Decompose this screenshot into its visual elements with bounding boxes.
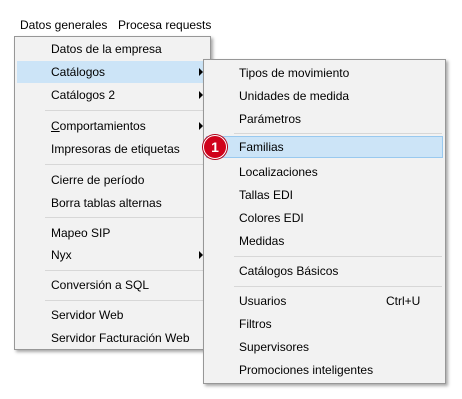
menu-separator xyxy=(234,286,442,287)
menu-item-label: Tallas EDI xyxy=(239,188,294,202)
menu-item-borra-tablas[interactable]: Borra tablas alternas xyxy=(17,192,208,214)
menu-item-label: Promociones inteligentes xyxy=(239,363,374,377)
datos-generales-menu: Datos de la empresa Catálogos Catálogos … xyxy=(14,36,211,350)
submenu-item-promociones[interactable]: Promociones inteligentes xyxy=(206,359,443,381)
menu-item-cierre-periodo[interactable]: Cierre de período xyxy=(17,169,208,191)
menu-item-servidor-web[interactable]: Servidor Web xyxy=(17,304,208,326)
submenu-item-supervisores[interactable]: Supervisores xyxy=(206,336,443,358)
menu-item-label: Servidor Facturación Web xyxy=(51,331,190,345)
menu-item-label: Mapeo SIP xyxy=(51,226,111,240)
menu-item-label: Tipos de movimiento xyxy=(239,66,350,80)
submenu-item-familias[interactable]: Familias xyxy=(206,136,443,158)
menu-item-label-rest: omportamientos xyxy=(59,119,146,133)
menu-item-label: Localizaciones xyxy=(239,165,318,179)
submenu-item-parametros[interactable]: Parámetros xyxy=(206,108,443,130)
menu-item-label: Medidas xyxy=(239,234,285,248)
menu-separator xyxy=(45,164,207,165)
submenu-item-catalogos-basicos[interactable]: Catálogos Básicos xyxy=(206,260,443,282)
menu-item-servidor-facturacion[interactable]: Servidor Facturación Web xyxy=(17,327,208,349)
menu-item-label: Conversión a SQL xyxy=(51,278,150,292)
menu-item-label: Catálogos xyxy=(51,65,106,79)
menubar-procesa-requests[interactable]: Procesa requests xyxy=(118,17,211,33)
menubar-datos-generales[interactable]: Datos generales xyxy=(20,17,107,33)
menu-item-catalogos-2[interactable]: Catálogos 2 xyxy=(17,84,208,106)
menu-bar: Datos generales Procesa requests xyxy=(0,0,462,34)
menu-item-label: Borra tablas alternas xyxy=(51,196,162,210)
submenu-item-filtros[interactable]: Filtros xyxy=(206,313,443,335)
submenu-item-tallas-edi[interactable]: Tallas EDI xyxy=(206,184,443,206)
menu-item-label: Catálogos Básicos xyxy=(239,264,339,278)
catalogos-submenu: Tipos de movimiento Unidades de medida P… xyxy=(203,59,446,384)
menu-item-label: Colores EDI xyxy=(239,211,304,225)
menu-item-label: Supervisores xyxy=(239,340,310,354)
submenu-item-localizaciones[interactable]: Localizaciones xyxy=(206,161,443,183)
menu-separator xyxy=(234,133,442,134)
menu-separator xyxy=(45,217,207,218)
accelerator-letter: C xyxy=(51,119,60,133)
menu-separator xyxy=(45,270,207,271)
menu-item-label: Usuarios xyxy=(239,294,287,308)
menu-item-label: Catálogos 2 xyxy=(51,88,116,102)
menu-item-label: Datos de la empresa xyxy=(51,42,162,56)
menu-item-comportamientos[interactable]: Comportamientos xyxy=(17,115,208,137)
submenu-item-colores-edi[interactable]: Colores EDI xyxy=(206,207,443,229)
menu-item-label: Impresoras de etiquetas xyxy=(51,142,180,156)
menu-item-datos-empresa[interactable]: Datos de la empresa xyxy=(17,38,208,60)
menu-separator xyxy=(45,300,207,301)
submenu-item-tipos-movimiento[interactable]: Tipos de movimiento xyxy=(206,62,443,84)
menu-item-label: Parámetros xyxy=(239,112,302,126)
menu-item-label: Cierre de período xyxy=(51,173,145,187)
submenu-item-medidas[interactable]: Medidas xyxy=(206,230,443,252)
menu-item-label: Unidades de medida xyxy=(239,89,350,103)
submenu-item-usuarios[interactable]: Usuarios Ctrl+U xyxy=(206,290,443,312)
menu-item-label: Servidor Web xyxy=(51,308,124,322)
menu-item-nyx[interactable]: Nyx xyxy=(17,244,208,266)
menu-separator xyxy=(234,256,442,257)
menu-item-impresoras[interactable]: Impresoras de etiquetas xyxy=(17,138,208,160)
keyboard-shortcut: Ctrl+U xyxy=(386,294,421,308)
menu-item-label: Familias xyxy=(239,140,284,154)
menu-item-label: Filtros xyxy=(239,317,272,331)
menu-separator xyxy=(45,110,207,111)
step-number-badge: 1 xyxy=(203,135,227,159)
menu-item-catalogos[interactable]: Catálogos xyxy=(17,61,208,83)
menu-item-mapeo-sip[interactable]: Mapeo SIP xyxy=(17,222,208,244)
menu-item-label: Nyx xyxy=(51,248,72,262)
menu-item-label: Comportamientos xyxy=(51,115,146,137)
menu-item-conversion-sql[interactable]: Conversión a SQL xyxy=(17,274,208,296)
submenu-item-unidades-medida[interactable]: Unidades de medida xyxy=(206,85,443,107)
